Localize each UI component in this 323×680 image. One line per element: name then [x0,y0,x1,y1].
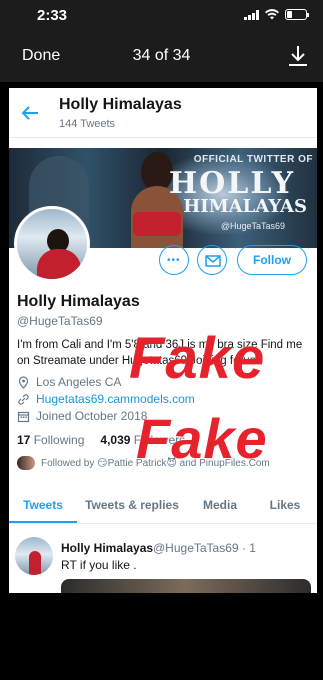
website-link[interactable]: Hugetatas69.cammodels.com [36,392,195,406]
signal-icon [244,9,259,20]
follow-button[interactable]: Follow [237,245,307,275]
download-icon[interactable] [287,44,309,68]
profile-tabs: Tweets Tweets & replies Media Likes [9,488,317,524]
tweet-author-name: Holly Himalayas [61,541,154,555]
fake-overlay-text: Fake [129,326,266,391]
tweet-media[interactable] [61,579,311,593]
photo-counter: 34 of 34 [132,47,191,64]
tweet-item[interactable]: Holly Himalayas @HugeTaTas69 · 1 RT if y… [9,531,317,593]
back-arrow-icon[interactable] [21,105,39,121]
location-text: Los Angeles CA [36,375,122,389]
status-time: 2:33 [37,7,68,24]
joined-text: Joined October 2018 [36,409,148,423]
calendar-icon [17,411,30,422]
banner-text-official: OFFICIAL TWITTER OF [193,154,313,165]
fake-overlay-text: Fake [136,407,268,470]
tab-media[interactable]: Media [187,488,253,523]
photo-viewer-toolbar: Done 34 of 34 [0,30,323,82]
more-icon: ••• [167,255,181,266]
location-row: Los Angeles CA [17,375,121,389]
profile-handle: @HugeTaTas69 [17,314,103,328]
joined-row: Joined October 2018 [17,409,147,423]
tweet-count: 144 Tweets [59,118,116,130]
tweet-text: RT if you like . [61,558,137,572]
header-name: Holly Himalayas [59,96,182,113]
more-options-button[interactable]: ••• [159,245,189,275]
status-icons [244,9,309,20]
location-pin-icon [18,375,29,389]
message-button[interactable] [197,245,227,275]
profile-name: Holly Himalayas [17,293,140,310]
banner-text-handle: @HugeTaTas69 [220,221,285,231]
following-stat[interactable]: 17 Following [17,433,84,447]
website-row: Hugetatas69.cammodels.com [17,392,195,406]
tweet-avatar[interactable] [15,537,53,575]
wifi-icon [265,9,279,20]
tweet-author-handle: @HugeTaTas69 · 1 [153,541,256,555]
profile-header: Holly Himalayas 144 Tweets [9,88,317,138]
tab-likes[interactable]: Likes [253,488,317,523]
profile-screenshot: Holly Himalayas 144 Tweets OFFICIAL TWIT… [9,88,317,593]
link-icon [18,393,29,405]
banner-text-himalayas: HIMALAYAS [183,196,307,217]
tab-tweets[interactable]: Tweets [9,488,77,523]
envelope-icon [205,255,221,267]
avatar[interactable] [14,206,90,282]
battery-icon [285,9,309,20]
follower-avatar [17,456,35,470]
tab-tweets-replies[interactable]: Tweets & replies [77,488,187,523]
status-bar: 2:33 [0,0,323,30]
